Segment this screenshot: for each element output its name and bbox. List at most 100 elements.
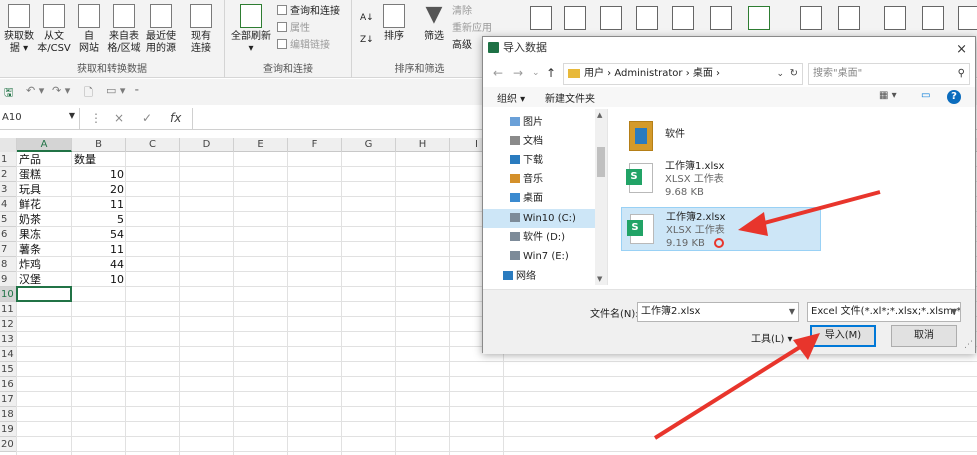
close-button[interactable]: ×	[956, 39, 967, 61]
cell-b[interactable]: 54	[72, 227, 124, 242]
resize-grip-icon[interactable]: ⋰	[964, 340, 973, 350]
column-header-c[interactable]: C	[126, 138, 180, 152]
column-header-d[interactable]: D	[180, 138, 234, 152]
chevron-down-icon[interactable]: ▼	[789, 303, 795, 321]
cell-b[interactable]	[72, 422, 124, 437]
cell-a[interactable]: 汉堡	[19, 272, 41, 287]
recent-locations-button[interactable]: ⌄	[532, 68, 540, 78]
cell-b[interactable]	[72, 407, 124, 422]
cell-a[interactable]: 果冻	[19, 227, 41, 242]
cell-b[interactable]	[72, 377, 124, 392]
advanced-filter-button[interactable]: 高级	[452, 38, 472, 54]
cell-b[interactable]	[72, 437, 124, 452]
cell-b[interactable]	[72, 332, 124, 347]
group-icon[interactable]	[884, 6, 906, 30]
existing-connections-button[interactable]: 现有 连接	[186, 4, 216, 55]
row-header[interactable]: 20	[0, 437, 17, 452]
data-tool-icon[interactable]	[672, 6, 694, 30]
clear-filter-button[interactable]: 清除	[452, 4, 472, 20]
cell-a[interactable]: 奶茶	[19, 212, 41, 227]
cell-b[interactable]: 10	[72, 272, 124, 287]
row-header[interactable]: 16	[0, 377, 17, 392]
import-button[interactable]: 导入(M)	[810, 325, 876, 347]
cell-b[interactable]: 11	[72, 197, 124, 212]
get-data-button[interactable]: 获取数 据 ▾	[2, 4, 36, 55]
refresh-icon[interactable]: ↻	[790, 64, 798, 84]
data-tool-icon[interactable]	[636, 6, 658, 30]
cell-b[interactable]	[72, 392, 124, 407]
recent-sources-button[interactable]: 最近使 用的源	[143, 4, 179, 55]
row-header[interactable]: 7	[0, 242, 17, 257]
more-commands-button[interactable]: ▭ ▾	[106, 84, 125, 97]
row-header[interactable]: 1	[0, 152, 17, 167]
filename-input[interactable]: 工作簿2.xlsx ▼	[637, 302, 799, 322]
row-header[interactable]: 19	[0, 422, 17, 437]
search-input[interactable]: 搜索"桌面" ⚲	[808, 63, 970, 85]
sort-az-icon[interactable]: A↓	[360, 10, 374, 26]
subtotal-icon[interactable]	[958, 6, 977, 30]
row-header[interactable]: 17	[0, 392, 17, 407]
row-header[interactable]: 4	[0, 197, 17, 212]
nav-item[interactable]: 网络	[503, 267, 598, 286]
nav-item[interactable]: Win10 (C:)	[483, 209, 597, 228]
data-tool-icon[interactable]	[564, 6, 586, 30]
cancel-icon[interactable]: ×	[114, 111, 124, 125]
cell-b[interactable]: 44	[72, 257, 124, 272]
column-header-f[interactable]: F	[288, 138, 342, 152]
edit-links-button[interactable]: 编辑链接	[277, 38, 330, 54]
file-item-selected[interactable]: S 工作簿2.xlsx XLSX 工作表 9.19 KB	[621, 207, 821, 251]
nav-item[interactable]: 音乐	[510, 170, 605, 189]
back-button[interactable]: ←	[493, 66, 503, 80]
breadcrumb[interactable]: 用户 › Administrator › 桌面 › ⌄ ↻	[563, 63, 803, 85]
row-header[interactable]: 2	[0, 167, 17, 182]
nav-scrollbar[interactable]: ▲ ▼	[595, 109, 607, 285]
properties-button[interactable]: 属性	[277, 21, 310, 37]
sort-button[interactable]: 排序	[380, 4, 408, 43]
cell-b[interactable]	[72, 347, 124, 362]
ungroup-icon[interactable]	[922, 6, 944, 30]
cell-a[interactable]: 蛋糕	[19, 167, 41, 182]
row-header[interactable]: 15	[0, 362, 17, 377]
cell-b[interactable]	[72, 317, 124, 332]
name-box[interactable]: A10 ▼	[0, 108, 80, 129]
nav-item[interactable]: 图片	[510, 113, 605, 132]
cell-b[interactable]	[72, 362, 124, 377]
row-header[interactable]: 12	[0, 317, 17, 332]
chevron-down-icon[interactable]: ▼	[951, 303, 957, 321]
data-tool-icon[interactable]	[530, 6, 552, 30]
cell-b[interactable]: 11	[72, 242, 124, 257]
tools-button[interactable]: 工具(L) ▾	[751, 330, 793, 345]
cancel-button[interactable]: 取消	[891, 325, 957, 347]
redo-button[interactable]: ↷ ▾	[52, 84, 70, 97]
chevron-down-icon[interactable]: ⌄	[776, 64, 784, 84]
undo-button[interactable]: ↶ ▾	[26, 84, 44, 97]
cell-a[interactable]: 玩具	[19, 182, 41, 197]
cell-b[interactable]: 20	[72, 182, 124, 197]
forecast-icon[interactable]	[838, 6, 860, 30]
save-icon[interactable]: 🖫	[4, 84, 13, 103]
data-tool-icon[interactable]	[710, 6, 732, 30]
nav-item[interactable]: 软件 (D:)	[510, 228, 605, 247]
what-if-icon[interactable]	[800, 6, 822, 30]
select-all-corner[interactable]	[0, 138, 17, 152]
row-header[interactable]: 18	[0, 407, 17, 422]
nav-item[interactable]: 文档	[510, 132, 605, 151]
row-header[interactable]: 3	[0, 182, 17, 197]
preview-pane-button[interactable]: ▭	[921, 90, 930, 101]
help-icon[interactable]: ?	[947, 90, 961, 104]
cell-a[interactable]: 薯条	[19, 242, 41, 257]
data-tool-icon[interactable]	[748, 6, 770, 30]
up-button[interactable]: ↑	[546, 66, 556, 80]
view-options-button[interactable]: ▦ ▾	[879, 90, 897, 101]
row-header[interactable]: 11	[0, 302, 17, 317]
organize-button[interactable]: 组织 ▾	[497, 90, 525, 105]
cell-b[interactable]: 10	[72, 167, 124, 182]
column-header-g[interactable]: G	[342, 138, 396, 152]
scroll-up-icon[interactable]: ▲	[597, 111, 602, 119]
from-web-button[interactable]: 自 网站	[74, 4, 104, 55]
row-header[interactable]: 5	[0, 212, 17, 227]
cell-b[interactable]: 数量	[74, 152, 96, 167]
from-text-csv-button[interactable]: 从文 本/CSV	[37, 4, 71, 55]
filter-button[interactable]: ▼ 筛选	[420, 4, 448, 43]
sort-za-icon[interactable]: Z↓	[360, 32, 374, 48]
